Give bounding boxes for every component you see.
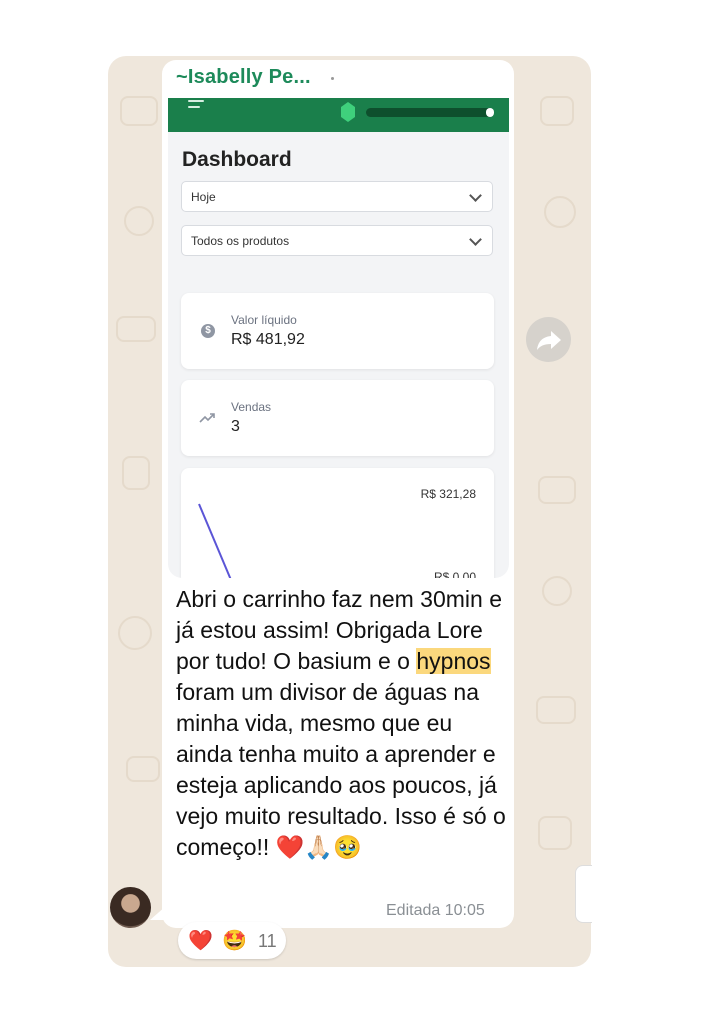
dashboard-title: Dashboard: [182, 148, 292, 171]
edited-label: Editada: [386, 902, 441, 919]
progress-bar: [366, 108, 494, 117]
heart-reaction: ❤️: [188, 930, 213, 952]
doodle: [126, 756, 160, 782]
product-select-value: Todos os produtos: [191, 234, 290, 248]
menu-icon: [188, 100, 204, 112]
forward-icon: [537, 331, 561, 350]
message-text-part: foram um divisor de águas na minha vida,…: [176, 679, 506, 860]
reactions-pill[interactable]: ❤️ 🤩 11: [178, 922, 286, 959]
attached-screenshot[interactable]: Dashboard Hoje Todos os produtos $ Valor…: [168, 98, 509, 578]
doodle: [538, 476, 576, 504]
metric-label: Valor líquido: [231, 313, 297, 327]
sales-chart-card: R$ 321,28 R$ 0,00: [181, 468, 494, 578]
adjacent-message-edge: [575, 865, 592, 923]
message-meta: Editada 10:05: [386, 902, 499, 920]
metric-card-net-value: $ Valor líquido R$ 481,92: [181, 293, 494, 369]
progress-bar-indicator: [486, 108, 494, 117]
highlighted-word: hypnos: [416, 648, 491, 674]
sender-separator: [331, 77, 334, 80]
doodle: [542, 576, 572, 606]
app-header-bar: [168, 98, 509, 132]
doodle: [120, 96, 158, 126]
metric-value: R$ 481,92: [231, 331, 305, 348]
doodle: [124, 206, 154, 236]
chevron-down-icon: [469, 233, 482, 246]
period-select: Hoje: [181, 181, 493, 212]
doodle: [544, 196, 576, 228]
doodle: [538, 816, 572, 850]
period-select-value: Hoje: [191, 190, 216, 204]
message-text: Abri o carrinho faz nem 30min e já estou…: [176, 584, 506, 863]
gem-icon: [341, 102, 355, 122]
dollar-icon: $: [201, 324, 215, 338]
chevron-down-icon: [469, 189, 482, 202]
metric-label: Vendas: [231, 400, 272, 414]
product-select: Todos os produtos: [181, 225, 493, 256]
doodle: [536, 696, 576, 724]
chart-max-label: R$ 321,28: [420, 487, 476, 501]
sender-name[interactable]: ~Isabelly Pe...: [176, 66, 311, 89]
sales-chart-line: [198, 503, 232, 578]
reaction-count: 11: [258, 931, 277, 951]
doodle: [122, 456, 150, 490]
doodle: [118, 616, 152, 650]
chart-min-label: R$ 0,00: [433, 570, 476, 578]
metric-card-sales: Vendas 3: [181, 380, 494, 456]
doodle: [116, 316, 156, 342]
message-time: 10:05: [444, 902, 485, 919]
trending-up-icon: [199, 413, 215, 423]
forward-button[interactable]: [526, 317, 571, 362]
doodle: [540, 96, 574, 126]
avatar[interactable]: [110, 887, 151, 928]
star-struck-reaction: 🤩: [222, 930, 247, 952]
metric-value: 3: [231, 418, 240, 435]
